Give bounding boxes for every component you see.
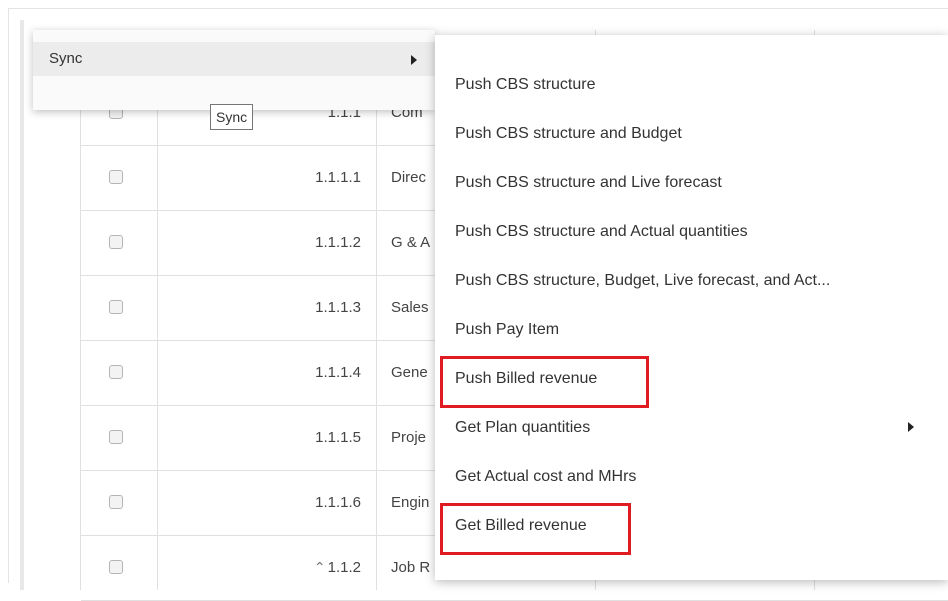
cbs-code: ⌃ 1.1.2: [313, 559, 361, 576]
cbs-description: G & A: [391, 234, 431, 251]
submenu-item-label: Push Pay Item: [455, 321, 560, 338]
cbs-description: Proje: [391, 429, 427, 446]
row-checkbox[interactable]: [109, 364, 123, 379]
cbs-code: 1.1.1.6: [315, 494, 361, 511]
sync-tooltip: Sync: [210, 104, 254, 130]
submenu-item-label: Push CBS structure and Budget: [455, 125, 682, 142]
submenu-item-push-cbs-all[interactable]: Push CBS structure, Budget, Live forecas…: [435, 256, 948, 305]
cbs-code: 1.1.1.1: [315, 169, 361, 186]
submenu-item-label: Push CBS structure and Actual quantities: [455, 223, 748, 240]
row-checkbox[interactable]: [109, 299, 123, 314]
cbs-description: Engin: [391, 494, 430, 511]
submenu-item-label: Push CBS structure and Live forecast: [455, 174, 722, 191]
submenu-item-push-cbs-budget[interactable]: Push CBS structure and Budget: [435, 109, 948, 158]
submenu-item-label: Get Actual cost and MHrs: [455, 468, 637, 485]
submenu-item-label: Get Plan quantities: [455, 419, 591, 436]
cbs-code: 1.1.1.4: [315, 364, 361, 381]
row-checkbox[interactable]: [109, 234, 123, 249]
sync-menu-label: Sync: [49, 50, 83, 67]
cbs-code: 1.1.1.5: [315, 429, 361, 446]
caret-right-icon: [411, 55, 417, 65]
cbs-code: 1.1.1.2: [315, 234, 361, 251]
submenu-item-push-pay-item[interactable]: Push Pay Item: [435, 305, 948, 354]
sync-menu-item[interactable]: Sync: [33, 42, 435, 76]
left-gutter-bar: [20, 20, 24, 590]
cbs-description: Direc: [391, 169, 427, 186]
cbs-description: Sales: [391, 299, 429, 316]
submenu-item-push-cbs-structure[interactable]: Push CBS structure: [435, 60, 948, 109]
submenu-item-push-cbs-actual-quantities[interactable]: Push CBS structure and Actual quantities: [435, 207, 948, 256]
chevron-up-icon[interactable]: ⌃: [314, 559, 326, 575]
submenu-item-label: Push CBS structure: [455, 76, 596, 93]
context-menu: Sync: [33, 30, 435, 110]
row-checkbox[interactable]: [109, 559, 123, 574]
cbs-description: Job R: [391, 559, 431, 576]
cbs-description: Gene: [391, 364, 428, 381]
submenu-item-push-cbs-live-forecast[interactable]: Push CBS structure and Live forecast: [435, 158, 948, 207]
submenu-item-label: Push CBS structure, Budget, Live forecas…: [455, 272, 831, 289]
cbs-code: 1.1.1.3: [315, 299, 361, 316]
sync-submenu: Push CBS structure Push CBS structure an…: [435, 35, 948, 580]
submenu-item-get-actual-cost-mhrs[interactable]: Get Actual cost and MHrs: [435, 452, 948, 501]
row-checkbox[interactable]: [109, 494, 123, 509]
highlight-box-get-billed-revenue: [440, 503, 631, 555]
row-checkbox[interactable]: [109, 169, 123, 184]
submenu-item-get-plan-quantities[interactable]: Get Plan quantities: [435, 403, 948, 452]
highlight-box-push-billed-revenue: [440, 356, 649, 408]
row-checkbox[interactable]: [109, 429, 123, 444]
caret-right-icon: [908, 422, 914, 432]
